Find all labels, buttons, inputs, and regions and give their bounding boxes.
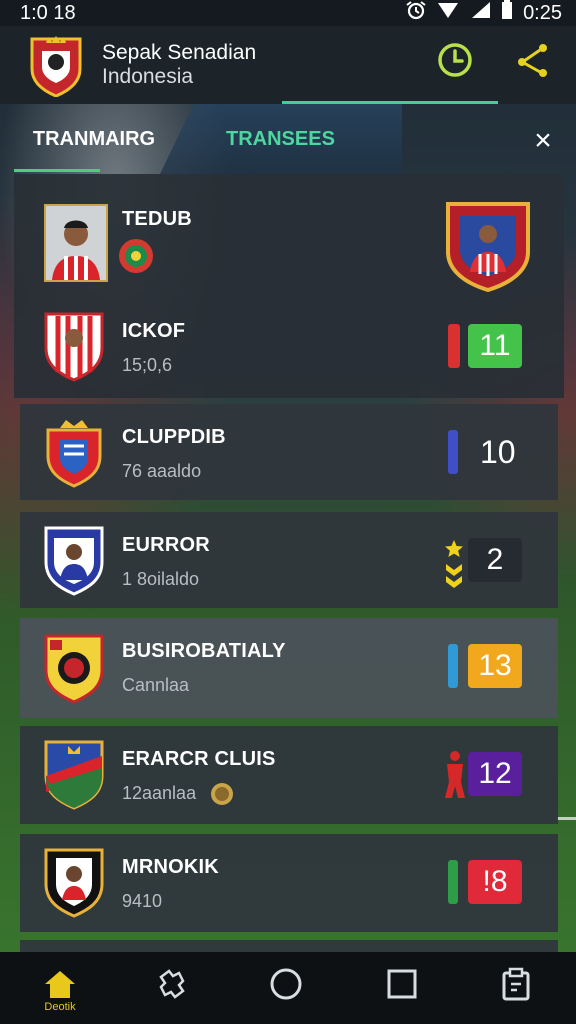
list-item[interactable]: ERARCR CLUIS 12aanlaa 12: [20, 726, 558, 824]
close-button[interactable]: ×: [526, 124, 560, 158]
share-icon: [512, 40, 552, 85]
status-bar: 1:0 18 0:25: [0, 0, 576, 26]
status-time: 1:0 18: [20, 1, 76, 24]
status-clock: 0:25: [523, 1, 562, 24]
club-crest: [44, 416, 104, 488]
club-name: ICKOF: [122, 320, 186, 342]
nav-clipboard[interactable]: [496, 966, 536, 1006]
club-crest: [44, 310, 104, 382]
club-subtitle: 1 8oilaldo: [122, 569, 200, 589]
tab-tranmairg[interactable]: TRANMAIRG: [14, 104, 174, 174]
score-badge: 11: [468, 324, 522, 368]
coin-icon: [210, 782, 234, 806]
club-subtitle: 15;0,6: [122, 355, 173, 375]
club-crest-small: [118, 238, 154, 274]
clock-icon: [435, 40, 475, 85]
person-icon: [444, 750, 466, 798]
clipboard-icon: [499, 967, 533, 1006]
team-emblem: [442, 198, 534, 294]
club-info: CLUPPDIB 76 aaaldo: [122, 426, 226, 482]
club-crest: [44, 524, 104, 596]
list-item[interactable]: MRNOKIK 9410 !8: [20, 834, 558, 932]
club-name: CLUPPDIB: [122, 426, 226, 448]
circle-icon: [269, 967, 303, 1006]
rank-marker: [448, 430, 458, 474]
alarm-icon: [405, 0, 427, 26]
list-item[interactable]: BUSIROBATIALY Cannlaa 13: [20, 618, 558, 718]
list-item[interactable]: ТЕDUB: [14, 174, 564, 294]
club-info: BUSIROBATIALY Cannlaa: [122, 640, 286, 696]
app-title-line1: Sepak Senadian: [102, 40, 257, 64]
rank-marker: [448, 324, 460, 368]
nav-home[interactable]: [40, 966, 80, 1006]
club-subtitle: Cannlaa: [122, 675, 190, 695]
tab-transees[interactable]: TRANSEES: [160, 104, 402, 174]
app-logo: [28, 33, 84, 98]
club-name: MRNOKIK: [122, 856, 219, 878]
list-item[interactable]: EURROR 1 8oilaldo 2: [20, 512, 558, 608]
list-item[interactable]: CLUPPDIB 76 aaaldo 10: [20, 404, 558, 500]
club-crest: [44, 632, 104, 704]
score-badge: 13: [468, 644, 522, 688]
puzzle-icon: [155, 967, 189, 1006]
rank-marker: [448, 860, 458, 904]
club-info: MRNOKIK 9410: [122, 856, 219, 912]
club-name: ТЕDUB: [122, 208, 192, 230]
list-item-partial: [20, 940, 558, 952]
club-name: EURROR: [122, 534, 210, 556]
signal-icon: [469, 1, 491, 25]
nav-square[interactable]: [382, 966, 422, 1006]
nav-home-label: Deotik: [44, 1001, 76, 1013]
score-badge: !8: [468, 860, 522, 904]
list-item[interactable]: ICKOF 15;0,6 11: [14, 294, 564, 398]
tab-bar: TRANMAIRG TRANSEES ×: [0, 104, 576, 174]
club-subtitle: 76 aaaldo: [122, 461, 202, 481]
pitch-line: [556, 790, 576, 820]
club-crest: [44, 738, 104, 810]
wifi-icon: [437, 1, 459, 25]
star-icon: [444, 538, 464, 588]
square-icon: [385, 967, 419, 1006]
club-info: ICKOF 15;0,6: [122, 320, 185, 376]
club-name: ERARCR CLUIS: [122, 748, 276, 770]
bottom-navigation: [0, 952, 576, 1024]
club-info: EURROR 1 8oilaldo: [122, 534, 210, 590]
rank-marker: [448, 644, 458, 688]
club-info: ТЕDUB: [122, 208, 192, 231]
score-badge: 2: [468, 538, 522, 582]
club-crest: [44, 846, 104, 918]
nav-puzzle[interactable]: [152, 966, 192, 1006]
share-button[interactable]: [510, 40, 554, 84]
club-name: BUSIROBATIALY: [122, 640, 286, 662]
app-header: Sepak Senadian Indonesia: [0, 26, 576, 104]
nav-circle[interactable]: [266, 966, 306, 1006]
battery-icon: [501, 0, 513, 26]
player-photo: [44, 204, 108, 282]
history-button[interactable]: [433, 40, 477, 84]
app-title-line2: Indonesia: [102, 65, 194, 88]
home-icon: [43, 968, 77, 1005]
club-subtitle: 9410: [122, 891, 163, 911]
score-value: 10: [480, 434, 516, 470]
score-badge: 12: [468, 752, 522, 796]
app-title: Sepak Senadian Indonesia: [102, 41, 256, 89]
club-info: ERARCR CLUIS 12aanlaa: [122, 748, 276, 804]
club-subtitle: 12aanlaa: [122, 783, 197, 803]
